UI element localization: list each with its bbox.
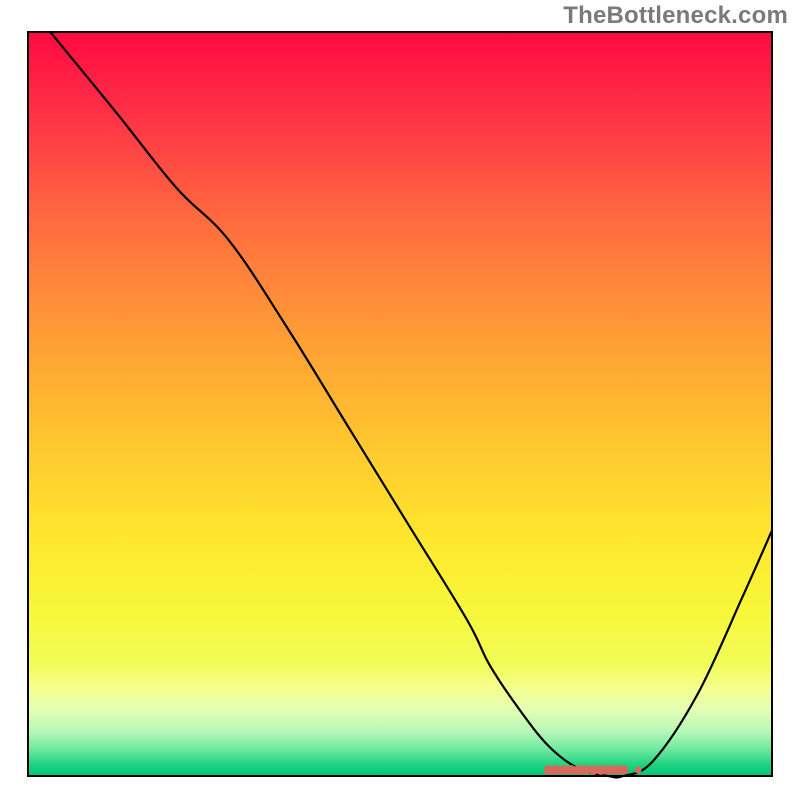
bottleneck-chart <box>0 0 800 800</box>
optimal-point <box>618 765 628 775</box>
chart-container: TheBottleneck.com <box>0 0 800 800</box>
optimal-point <box>635 767 642 774</box>
